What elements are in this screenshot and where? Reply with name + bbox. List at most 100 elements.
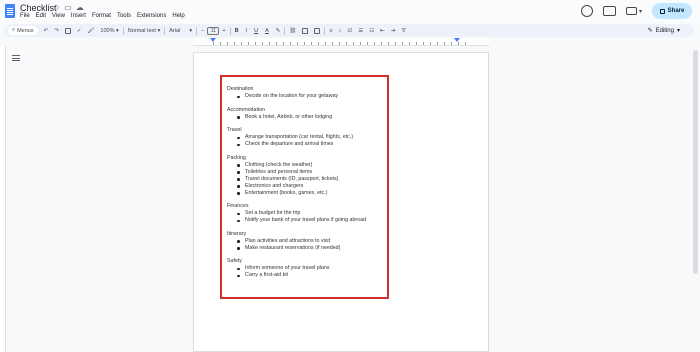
checklist-section: Travel Arrange transportation (car rental… [227, 127, 382, 148]
vertical-ruler[interactable] [0, 46, 6, 352]
text-color-button[interactable]: A [265, 28, 269, 34]
divider [122, 26, 124, 35]
lock-icon [659, 8, 665, 14]
style-select[interactable]: Normal text ▾ [128, 28, 160, 34]
share-button[interactable]: Share [652, 3, 692, 19]
bulleted-list: Set a budget for the trip Notify your ban… [227, 210, 382, 224]
decrease-font-size-button[interactable]: − [201, 28, 204, 34]
style-value: Normal text [127, 27, 156, 34]
bulleted-list: Inform someone of your travel plans Carry… [227, 265, 382, 279]
print-icon[interactable] [64, 27, 71, 34]
star-icon[interactable]: ☆ [53, 3, 60, 12]
list-item: Carry a first-aid kit [227, 272, 382, 279]
menu-view[interactable]: View [52, 13, 65, 19]
document-title[interactable]: Checklist [20, 3, 57, 13]
menu-tools[interactable]: Tools [117, 13, 131, 19]
section-heading: Travel [227, 127, 242, 133]
checklist-section: Packing Clothing (check the weather) Toile… [227, 155, 382, 197]
header-actions: ▾ Share [580, 3, 692, 19]
list-item: Arrange transportation (car rental, flig… [227, 134, 382, 141]
bulleted-list: Plan activities and attractions to visit… [227, 238, 382, 252]
zoom-value: 100% [100, 27, 115, 34]
list-item: Toiletries and personal items [227, 169, 382, 176]
numbered-list-icon[interactable]: ☷ [369, 28, 374, 34]
decrease-indent-icon[interactable]: ⇤ [380, 28, 385, 34]
editing-mode-button[interactable]: ✎ Editing ▾ [647, 27, 680, 35]
search-icon: ⌕ [12, 27, 16, 33]
section-heading: Finances [227, 203, 249, 209]
list-item: Entertainment (books, games, etc.) [227, 190, 382, 197]
horizontal-ruler[interactable] [193, 38, 489, 46]
checklist-section: Itinerary Plan activities and attractions… [227, 231, 382, 252]
list-item: Decide on the location for your getaway [227, 93, 382, 100]
bulleted-list: Decide on the location for your getaway [227, 93, 382, 100]
checklist-section: Safety Inform someone of your travel plan… [227, 258, 382, 279]
chevron-down-icon: ▾ [676, 28, 680, 34]
paint-format-icon[interactable]: 🖌 [87, 28, 94, 34]
bold-button[interactable]: B [235, 28, 239, 34]
meet-button[interactable]: ▾ [625, 7, 642, 15]
italic-button[interactable]: I [246, 28, 248, 34]
spellcheck-icon[interactable]: ✓ [77, 28, 82, 34]
align-icon[interactable]: ≡ [329, 28, 332, 34]
highlight-icon[interactable]: ✎ [276, 28, 281, 34]
bulleted-list: Arrange transportation (car rental, flig… [227, 134, 382, 148]
menu-extensions[interactable]: Extensions [137, 13, 166, 19]
bulleted-list: Book a hotel, Airbnb, or other lodging [227, 114, 382, 121]
image-icon[interactable] [314, 27, 321, 34]
link-icon[interactable]: ⛓ [289, 28, 296, 34]
document-outline-icon[interactable] [12, 55, 20, 61]
zoom-select[interactable]: 100% ▾ [100, 28, 118, 34]
right-indent-marker[interactable] [454, 38, 460, 42]
clear-formatting-icon[interactable]: T̸ [401, 28, 404, 34]
list-item: Make restaurant reservations (if needed) [227, 245, 382, 252]
line-spacing-icon[interactable]: ↕ [339, 28, 342, 34]
checklist-icon[interactable]: ☑ [347, 28, 352, 34]
menu-edit[interactable]: Edit [36, 13, 46, 19]
left-indent-marker[interactable] [210, 38, 216, 42]
list-item: Notify your bank of your travel plans if… [227, 217, 382, 224]
section-heading: Safety [227, 258, 243, 264]
redo-icon[interactable]: ↷ [54, 28, 59, 34]
list-item: Check the departure and arrival times [227, 141, 382, 148]
camera-icon [625, 7, 637, 15]
divider [196, 26, 198, 35]
ruler-ticks [213, 42, 469, 45]
checklist-section: Finances Set a budget for the trip Notify … [227, 203, 382, 224]
formatting-toolbar: ⌕ Menus ↶ ↷ ✓ 🖌 100% ▾ Normal text ▾ Ari… [4, 24, 694, 37]
divider [164, 26, 166, 35]
checklist-section: Accommodation Book a hotel, Airbnb, or ot… [227, 107, 382, 121]
title-icons: ☆ ▭ ☁ [53, 3, 84, 12]
comments-icon[interactable] [602, 6, 616, 16]
search-menus-button[interactable]: ⌕ Menus [8, 26, 38, 35]
underline-button[interactable]: U [254, 28, 258, 34]
docs-logo-icon[interactable] [5, 4, 15, 18]
divider [324, 26, 326, 35]
menu-insert[interactable]: Insert [71, 13, 86, 19]
title-bar: Checklist ☆ ▭ ☁ File Edit View Insert Fo… [0, 0, 700, 24]
vertical-scrollbar[interactable] [693, 50, 698, 274]
section-heading: Accommodation [227, 106, 265, 113]
bulleted-list-icon[interactable]: ☰ [358, 28, 363, 34]
list-item: Clothing (check the weather) [227, 162, 382, 169]
section-heading: Packing [227, 154, 246, 161]
pencil-icon: ✎ [647, 28, 653, 34]
comment-icon[interactable] [302, 27, 309, 34]
menu-file[interactable]: File [20, 13, 30, 19]
move-folder-icon[interactable]: ▭ [64, 3, 72, 12]
menu-help[interactable]: Help [172, 13, 184, 19]
divider [229, 26, 231, 35]
list-item: Travel documents (ID, passport, tickets) [227, 176, 382, 183]
font-value: Arial [169, 27, 181, 34]
increase-indent-icon[interactable]: ⇥ [391, 28, 396, 34]
history-icon[interactable] [580, 5, 593, 17]
share-label: Share [667, 8, 685, 14]
undo-icon[interactable]: ↶ [44, 28, 49, 34]
increase-font-size-button[interactable]: + [222, 28, 225, 34]
font-size-input[interactable]: 11 [207, 26, 220, 35]
font-select[interactable]: Arial ▾ [169, 28, 192, 34]
list-item: Electronics and chargers [227, 183, 382, 190]
cloud-status-icon[interactable]: ☁ [76, 3, 84, 12]
document-body[interactable]: Destination Decide on the location for yo… [227, 86, 382, 286]
menu-format[interactable]: Format [92, 13, 111, 19]
